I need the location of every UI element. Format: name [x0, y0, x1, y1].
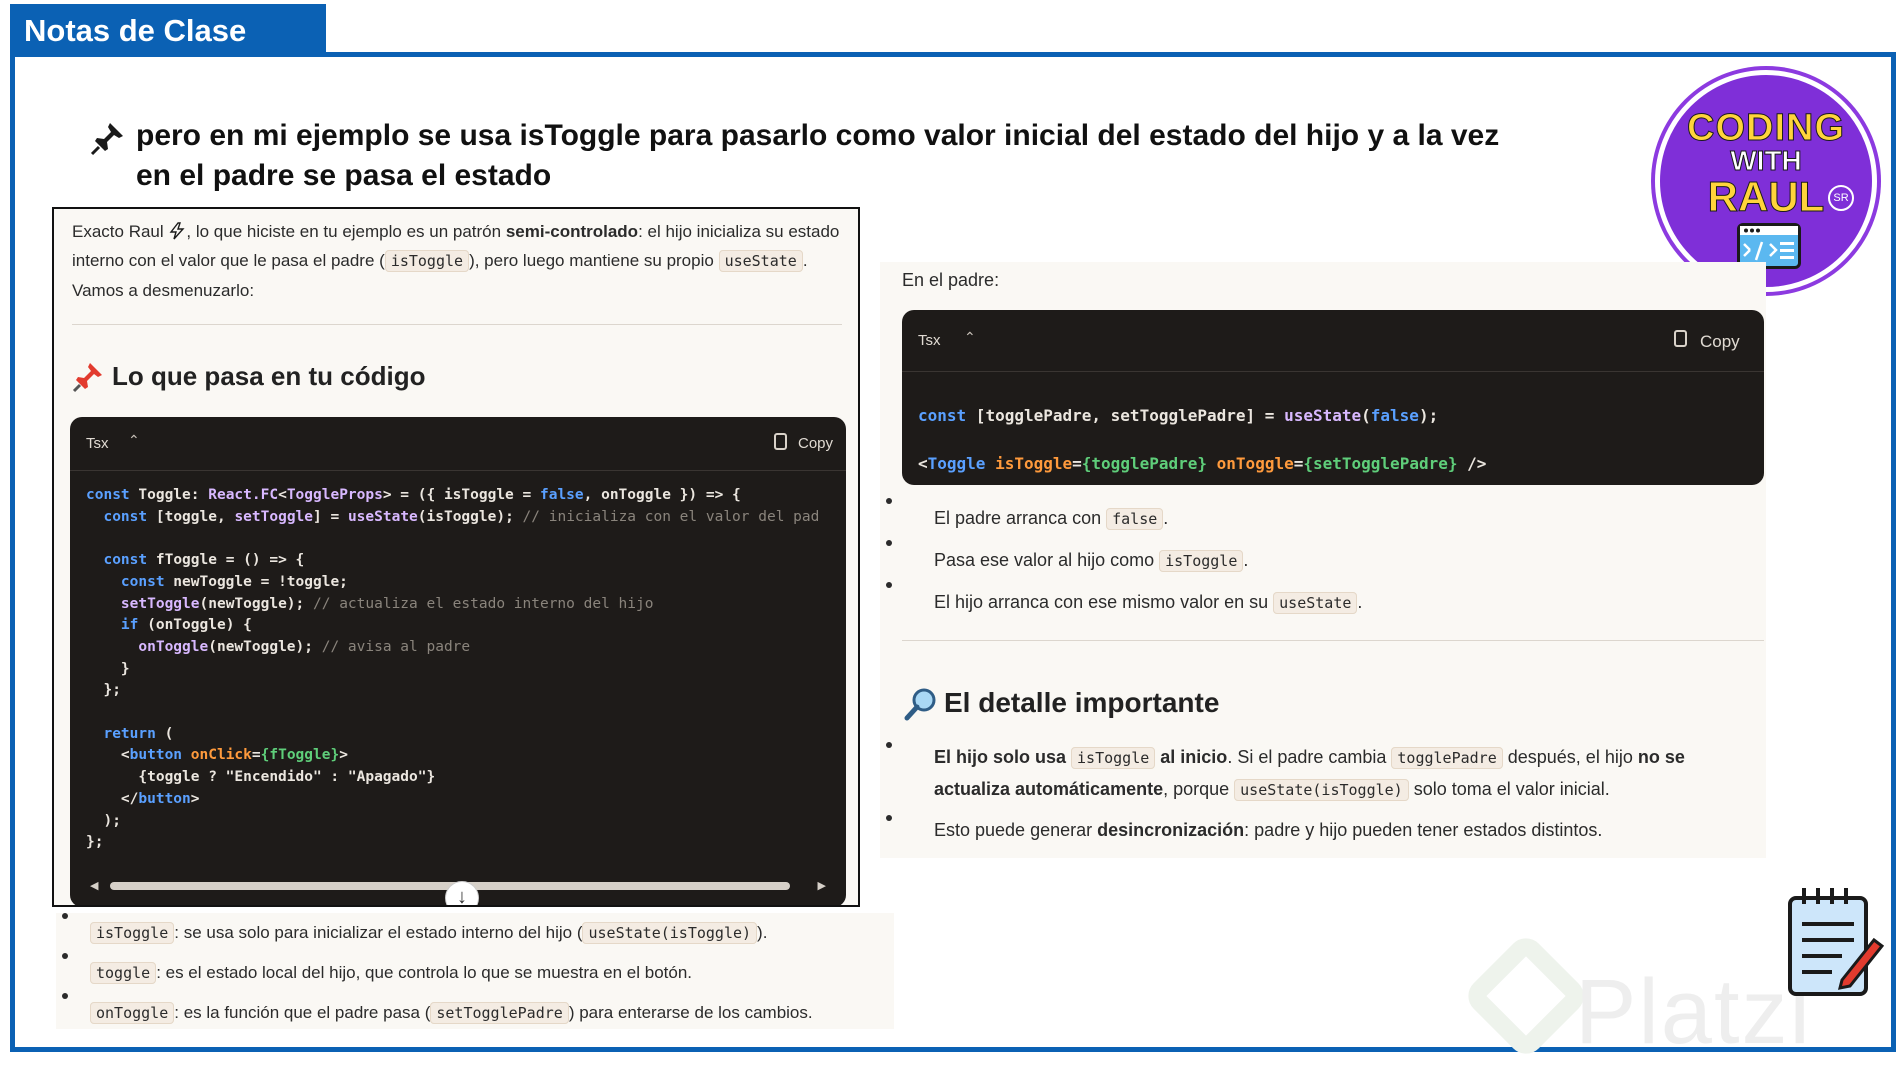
- code-header: Tsx ⌃ Copy: [70, 417, 846, 471]
- inline-code: togglePadre: [1391, 747, 1503, 769]
- code-content: const Toggle: React.FC<ToggleProps> = ({…: [86, 487, 820, 851]
- bullet-text: solo toma el valor inicial.: [1408, 779, 1610, 799]
- coding-with-raul-logo: CODING WITH RAUL SR: [1655, 70, 1877, 292]
- code-language: Tsx: [918, 332, 941, 349]
- header-title: Notas de Clase: [10, 4, 326, 54]
- bullet-text: : es el estado local del hijo, que contr…: [156, 963, 693, 982]
- list-item: toggle: es el estado local del hijo, que…: [56, 953, 894, 993]
- bullet-bold: al inicio: [1155, 747, 1228, 767]
- chevron-up-icon[interactable]: ⌃: [128, 432, 140, 449]
- bullet-text: : padre y hijo pueden tener estados dist…: [1244, 820, 1603, 840]
- slide-heading: pero en mi ejemplo se usa isToggle para …: [90, 116, 1510, 196]
- intro-text: Exacto Raul: [72, 222, 169, 241]
- bullet-text: : es la función que el padre pasa (: [174, 1003, 431, 1022]
- left-chat-screenshot: Exacto Raul , lo que hiciste en tu ejemp…: [52, 207, 860, 907]
- heading-text: pero en mi ejemplo se usa isToggle para …: [136, 119, 1500, 192]
- divider: [72, 324, 842, 325]
- intro-text: ), pero luego mantiene su propio: [469, 251, 719, 270]
- section-heading: Lo que pasa en tu código: [72, 361, 426, 393]
- copy-icon[interactable]: [1674, 330, 1687, 347]
- code-block: Tsx ⌃ Copy const [togglePadre, setToggle…: [902, 310, 1764, 485]
- pushpin-icon: [90, 123, 123, 156]
- inline-code: useState: [718, 250, 803, 272]
- intro-text: , lo que hiciste en tu ejemplo es un pat…: [186, 222, 506, 241]
- bullet-text: , porque: [1163, 779, 1235, 799]
- list-item: El padre arranca con false.: [880, 498, 1760, 540]
- inline-code: isToggle: [90, 922, 175, 944]
- intro-bold: semi-controlado: [505, 222, 639, 241]
- pushpin-icon: [72, 363, 102, 393]
- scroll-left-icon[interactable]: ◀: [90, 879, 98, 892]
- magnifier-icon: [904, 688, 936, 721]
- bullet-text: .: [1243, 550, 1249, 570]
- bullet-text: .: [1163, 508, 1169, 528]
- inline-code: toggle: [90, 962, 157, 984]
- list-item: Pasa ese valor al hijo como isToggle.: [880, 540, 1760, 582]
- copy-button[interactable]: Copy: [1700, 332, 1740, 352]
- section-title: El detalle importante: [944, 687, 1220, 718]
- divider: [902, 640, 1764, 641]
- bullet-text: : se usa solo para inicializar el estado…: [174, 923, 583, 942]
- list-item: El hijo arranca con ese mismo valor en s…: [880, 582, 1760, 624]
- scroll-down-button[interactable]: ↓: [445, 881, 479, 905]
- code-language: Tsx: [86, 435, 109, 452]
- notepad-icon: [1788, 888, 1884, 996]
- copy-button[interactable]: Copy: [798, 435, 833, 452]
- list-item: isToggle: se usa solo para inicializar e…: [56, 913, 894, 953]
- logo-badge: SR: [1828, 185, 1854, 211]
- bullet-text: ) para enterarse de los cambios.: [568, 1003, 813, 1022]
- bullet-bold: El hijo solo usa: [934, 747, 1072, 767]
- logo-line1: CODING: [1687, 107, 1845, 150]
- inline-code: useState: [1273, 592, 1358, 614]
- code-header: Tsx ⌃ Copy: [902, 310, 1764, 372]
- bullet-text: .: [1357, 592, 1363, 612]
- list-item: Esto puede generar desincronización: pad…: [880, 815, 1750, 846]
- list-item: El hijo solo usa isToggle al inicio. Si …: [880, 742, 1750, 806]
- right-bullet-list: El padre arranca con false. Pasa ese val…: [880, 498, 1760, 624]
- platzi-watermark: Platzi: [1575, 961, 1812, 1063]
- detail-bullet-list: El hijo solo usa isToggle al inicio. Si …: [880, 742, 1750, 846]
- inline-code: isToggle: [1071, 747, 1156, 769]
- bullet-text: Pasa ese valor al hijo como: [934, 550, 1160, 570]
- intro-paragraph: Exacto Raul , lo que hiciste en tu ejemp…: [72, 217, 842, 305]
- bullet-text: Esto puede generar: [934, 820, 1098, 840]
- copy-icon[interactable]: [774, 433, 787, 450]
- right-chat-screenshot: En el padre: Tsx ⌃ Copy const [togglePad…: [880, 262, 1766, 858]
- bullet-bold: desincronización: [1097, 820, 1245, 840]
- chevron-up-icon[interactable]: ⌃: [964, 329, 976, 346]
- bullet-text: El hijo arranca con ese mismo valor en s…: [934, 592, 1274, 612]
- section-title: Lo que pasa en tu código: [112, 361, 426, 391]
- bullet-text: El padre arranca con: [934, 508, 1107, 528]
- list-item: onToggle: es la función que el padre pas…: [56, 993, 894, 1033]
- bullet-text: . Si el padre cambia: [1227, 747, 1392, 767]
- code-content: const [togglePadre, setTogglePadre] = us…: [918, 406, 1487, 473]
- inline-code: useState(isToggle): [582, 922, 758, 944]
- code-block: Tsx ⌃ Copy const Toggle: React.FC<Toggle…: [70, 417, 846, 905]
- inline-code: false: [1106, 508, 1164, 530]
- lightning-icon: [169, 222, 185, 240]
- scroll-right-icon[interactable]: ▶: [818, 879, 826, 892]
- parent-label: En el padre:: [902, 270, 1000, 290]
- bullet-text: ).: [757, 923, 768, 942]
- inline-code: useState(isToggle): [1234, 779, 1409, 801]
- bullet-text: después, el hijo: [1502, 747, 1638, 767]
- section-heading: El detalle importante: [904, 687, 1220, 721]
- left-bullet-list: isToggle: se usa solo para inicializar e…: [56, 913, 894, 1029]
- inline-code: setTogglePadre: [430, 1002, 569, 1024]
- inline-code: isToggle: [384, 250, 470, 272]
- inline-code: onToggle: [90, 1002, 175, 1024]
- inline-code: isToggle: [1159, 550, 1244, 572]
